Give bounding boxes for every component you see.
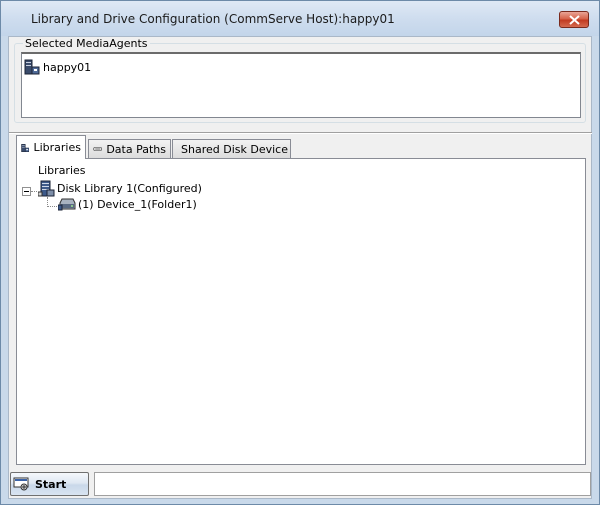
start-button[interactable]: Start — [10, 472, 89, 496]
tree-collapse-toggle[interactable] — [22, 187, 31, 196]
disk-device-icon — [58, 198, 76, 211]
selected-media-agents-group: Selected MediaAgents happy01 — [14, 37, 586, 123]
tab-libraries[interactable]: Libraries — [16, 135, 86, 159]
list-item[interactable]: happy01 — [24, 59, 91, 75]
tab-data-paths[interactable]: Data Paths — [88, 139, 171, 158]
start-label: Start — [35, 477, 67, 491]
disk-library-icon — [38, 180, 55, 197]
group-label: Selected MediaAgents — [23, 37, 150, 50]
title-bar[interactable]: Library and Drive Configuration (CommSer… — [1, 1, 599, 36]
tab-label: Shared Disk Device — [181, 142, 288, 156]
tree-root-text: Libraries — [38, 164, 86, 177]
tree-line — [31, 191, 37, 192]
tree-node-device[interactable]: (1) Device_1(Folder1) — [58, 197, 197, 211]
client-area: Selected MediaAgents happy01 Libraries D… — [8, 36, 592, 499]
app-window: Library and Drive Configuration (CommSer… — [0, 0, 600, 505]
library-icon — [21, 143, 30, 152]
tab-shared-disk-device[interactable]: Shared Disk Device — [172, 139, 291, 158]
close-icon — [569, 15, 580, 25]
tree-node-label: (1) Device_1(Folder1) — [78, 197, 197, 211]
media-agent-icon — [24, 59, 40, 75]
libraries-panel: Libraries Disk Library 1(Configured) (1)… — [16, 158, 586, 465]
window-title: Library and Drive Configuration (CommSer… — [31, 12, 395, 26]
data-path-icon — [93, 146, 103, 152]
tree-node-label: Disk Library 1(Configured) — [57, 182, 202, 195]
separator — [9, 132, 592, 134]
media-agent-label: happy01 — [43, 60, 92, 74]
tab-label: Libraries — [33, 141, 81, 154]
tree-line — [47, 206, 57, 207]
tree-root-label: Libraries — [38, 164, 86, 177]
close-button[interactable] — [559, 11, 589, 28]
status-field — [94, 472, 591, 496]
start-icon — [13, 477, 29, 491]
tree-node-disk-library[interactable]: Disk Library 1(Configured) — [38, 180, 202, 197]
status-bar: Start — [9, 469, 592, 499]
tab-label: Data Paths — [106, 142, 166, 156]
media-agent-list[interactable]: happy01 — [21, 52, 581, 118]
